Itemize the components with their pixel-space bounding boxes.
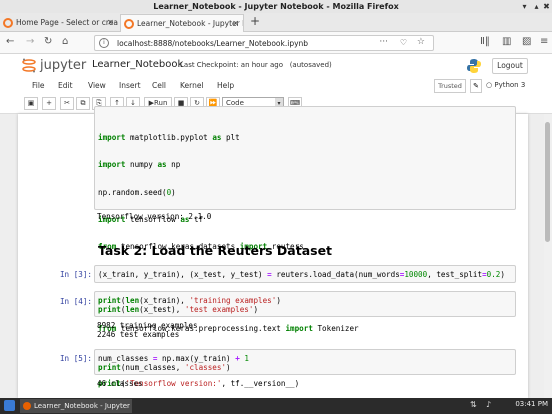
tab-close-icon[interactable]: ✕ xyxy=(232,15,239,32)
logout-button[interactable]: Logout xyxy=(492,58,528,74)
notebook-name[interactable]: Learner_Notebook xyxy=(92,59,183,70)
menu-bar: File Edit View Insert Cell Kernel Help T… xyxy=(0,78,552,94)
code-line: import matplotlib.pyplot as plt xyxy=(98,133,240,143)
code-cell-4-code: print(len(x_train), 'training examples')… xyxy=(98,296,281,315)
bookmark-star-icon[interactable]: ☆ xyxy=(417,37,425,47)
jupyter-header: jupyter Learner_Notebook Last Checkpoint… xyxy=(0,54,552,78)
save-icon[interactable]: ▣ xyxy=(24,97,38,110)
navigation-bar: ← → ↻ ⌂ i localhost:8888/notebooks/Learn… xyxy=(0,32,552,54)
tab-close-icon[interactable]: ✕ xyxy=(107,14,114,32)
close-icon[interactable]: ✖ xyxy=(542,2,551,11)
insert-cell-icon[interactable]: + xyxy=(42,97,56,110)
copy-icon[interactable]: ⧉ xyxy=(76,97,90,110)
tab-label: Home Page - Select or create xyxy=(16,18,118,27)
notebook-container: import matplotlib.pyplot as plt import n… xyxy=(18,106,528,398)
menu-help[interactable]: Help xyxy=(217,81,234,90)
code-line: import numpy as np xyxy=(98,160,181,170)
menu-cell[interactable]: Cell xyxy=(152,81,166,90)
clock: 03:41 PM xyxy=(515,400,548,408)
code-line: np.random.seed(0) xyxy=(98,187,176,197)
minimize-icon[interactable]: ▾ xyxy=(520,2,529,11)
jupyter-favicon-icon xyxy=(3,18,13,28)
maximize-icon[interactable]: ▴ xyxy=(532,2,541,11)
jupyter-favicon-icon xyxy=(124,19,134,29)
tab-label: Learner_Notebook - Jupyter N xyxy=(137,19,244,28)
checkpoint-text: Last Checkpoint: an hour ago xyxy=(180,61,284,69)
menu-icon[interactable]: ≡ xyxy=(540,36,548,48)
code-cell-input[interactable]: print(len(x_train), 'training examples')… xyxy=(94,291,516,317)
new-tab-icon[interactable]: + xyxy=(250,14,260,28)
code-cell-3-code: (x_train, y_train), (x_test, y_test) = r… xyxy=(98,270,505,279)
edit-mode-icon: ✎ xyxy=(470,79,482,93)
back-icon[interactable]: ← xyxy=(6,36,14,48)
cell-1-output: Tensorflow version: 2.1.0 xyxy=(97,212,212,221)
cell-3-prompt: In [3]: xyxy=(59,270,92,279)
notebook-area: import matplotlib.pyplot as plt import n… xyxy=(0,106,552,398)
page-actions-icon[interactable]: ··· xyxy=(379,37,388,47)
code-cell-input[interactable]: num_classes = np.max(y_train) + 1 print(… xyxy=(94,349,516,375)
pocket-icon[interactable]: ♡ xyxy=(400,38,407,47)
cell-4-output: 8982 training examples 2246 test example… xyxy=(97,321,198,340)
reader-icon[interactable]: ▨ xyxy=(522,36,531,48)
kernel-name: Python 3 xyxy=(494,81,526,89)
cell-5-prompt: In [5]: xyxy=(59,354,92,363)
tab-home-page[interactable]: Home Page - Select or create ✕ xyxy=(0,14,118,32)
home-icon[interactable]: ⌂ xyxy=(62,36,68,48)
url-bar[interactable]: i localhost:8888/notebooks/Learner_Noteb… xyxy=(94,35,434,51)
python-logo-icon xyxy=(467,59,481,73)
kernel-status: ○ Python 3 xyxy=(486,81,526,89)
jupyter-logo-text: jupyter xyxy=(40,58,87,73)
window-title-bar: Learner_Notebook - Jupyter Notebook - Mo… xyxy=(0,0,552,13)
checkpoint-status: Last Checkpoint: an hour ago (autosaved) xyxy=(180,61,332,69)
jupyter-logo-icon[interactable] xyxy=(22,58,36,73)
taskbar: Learner_Notebook - Jupyter ⇅ ♪ 03:41 PM xyxy=(0,398,552,414)
markdown-heading[interactable]: Task 2: Load the Reuters Dataset xyxy=(98,243,332,258)
menu-kernel[interactable]: Kernel xyxy=(180,81,204,90)
code-cell-input[interactable]: (x_train, y_train), (x_test, y_test) = r… xyxy=(94,265,516,283)
forward-icon[interactable]: → xyxy=(26,36,34,48)
cell-5-output: 46 classes xyxy=(97,379,143,388)
tab-bar: Home Page - Select or create ✕ Learner_N… xyxy=(0,13,552,32)
menu-view[interactable]: View xyxy=(88,81,106,90)
cut-icon[interactable]: ✂ xyxy=(60,97,74,110)
volume-icon[interactable]: ♪ xyxy=(486,400,491,409)
autosave-status: (autosaved) xyxy=(289,61,332,69)
start-menu-icon[interactable] xyxy=(4,400,15,411)
sidebar-icon[interactable]: ▥ xyxy=(502,36,511,48)
scrollbar-thumb[interactable] xyxy=(545,122,550,242)
trusted-indicator[interactable]: Trusted xyxy=(434,79,466,93)
cell-4-prompt: In [4]: xyxy=(59,297,92,306)
library-icon[interactable]: Ⅱ‖ xyxy=(480,36,490,48)
taskbar-item-firefox[interactable]: Learner_Notebook - Jupyter xyxy=(20,399,132,413)
window-title: Learner_Notebook - Jupyter Notebook - Mo… xyxy=(153,2,399,11)
menu-edit[interactable]: Edit xyxy=(58,81,73,90)
menu-insert[interactable]: Insert xyxy=(119,81,141,90)
network-icon[interactable]: ⇅ xyxy=(470,400,477,409)
tab-learner-notebook[interactable]: Learner_Notebook - Jupyter N ✕ xyxy=(120,14,244,32)
firefox-icon xyxy=(23,402,31,410)
site-info-icon[interactable]: i xyxy=(99,38,109,48)
url-text: localhost:8888/notebooks/Learner_Noteboo… xyxy=(117,39,309,48)
code-cell-input[interactable]: import matplotlib.pyplot as plt import n… xyxy=(94,106,516,388)
menu-file[interactable]: File xyxy=(32,81,45,90)
reload-icon[interactable]: ↻ xyxy=(44,36,52,48)
code-cell-5-code: num_classes = np.max(y_train) + 1 print(… xyxy=(98,354,249,373)
taskbar-item-label: Learner_Notebook - Jupyter xyxy=(34,402,130,410)
